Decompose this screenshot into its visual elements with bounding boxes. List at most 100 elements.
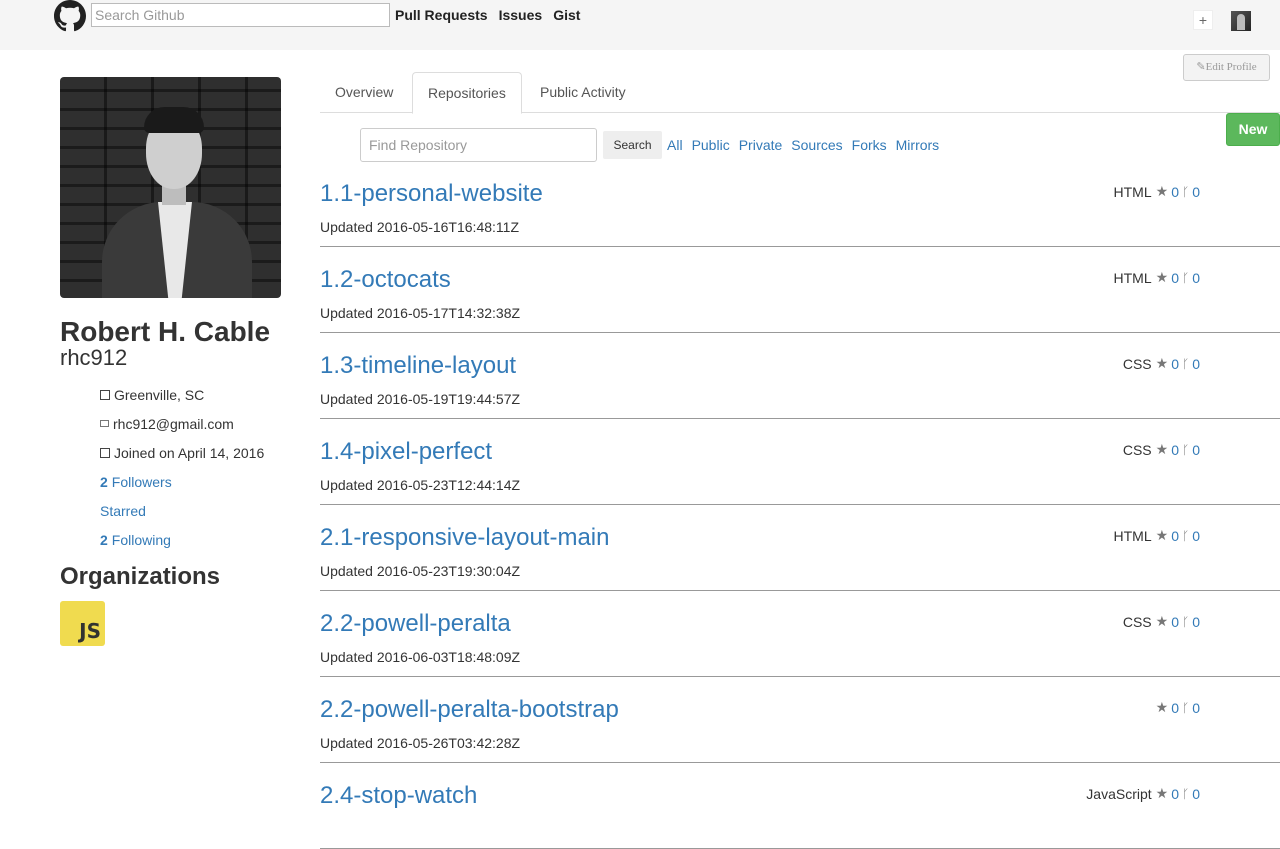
filter-private[interactable]: Private bbox=[739, 137, 783, 153]
tab-public-activity[interactable]: Public Activity bbox=[525, 72, 641, 113]
profile-location: Greenville, SC bbox=[100, 380, 264, 409]
repo-updated: Updated 2016-05-23T12:44:14Z bbox=[320, 477, 521, 493]
new-repository-button[interactable]: New bbox=[1226, 113, 1280, 146]
filter-public[interactable]: Public bbox=[692, 137, 730, 153]
star-icon: ★ bbox=[1155, 527, 1169, 543]
github-logo-icon[interactable] bbox=[54, 0, 86, 32]
repo-row: 2.4-stop-watch JavaScript ★ 0 ᚴ0 bbox=[320, 763, 1280, 849]
repo-meta: JavaScript ★ 0 ᚴ0 bbox=[1086, 785, 1200, 802]
profile-tabs: Overview Repositories Public Activity bbox=[320, 72, 1280, 114]
repo-row: 1.4-pixel-perfect Updated 2016-05-23T12:… bbox=[320, 419, 1280, 505]
repo-name-link[interactable]: 1.1-personal-website bbox=[320, 180, 543, 208]
repo-forks[interactable]: 0 bbox=[1192, 270, 1200, 286]
repo-name-link[interactable]: 2.1-responsive-layout-main bbox=[320, 524, 609, 552]
star-icon: ★ bbox=[1155, 269, 1169, 285]
repo-updated: Updated 2016-05-17T14:32:38Z bbox=[320, 305, 521, 321]
following-count: 2 bbox=[100, 531, 108, 548]
star-icon: ★ bbox=[1155, 699, 1169, 715]
repo-row: 1.3-timeline-layout Updated 2016-05-19T1… bbox=[320, 333, 1280, 419]
repo-updated: Updated 2016-05-26T03:42:28Z bbox=[320, 735, 521, 751]
repo-row: 2.2-powell-peralta Updated 2016-06-03T18… bbox=[320, 591, 1280, 677]
repo-name-link[interactable]: 1.4-pixel-perfect bbox=[320, 438, 492, 466]
repo-updated: Updated 2016-05-19T19:44:57Z bbox=[320, 391, 521, 407]
github-search-input[interactable] bbox=[91, 3, 390, 27]
repo-language: HTML bbox=[1113, 269, 1152, 286]
profile-joined: Joined on April 14, 2016 bbox=[100, 438, 264, 467]
tab-overview[interactable]: Overview bbox=[320, 72, 408, 113]
filter-mirrors[interactable]: Mirrors bbox=[896, 137, 940, 153]
repo-stars[interactable]: 0 bbox=[1171, 528, 1179, 544]
repo-name-link[interactable]: 1.2-octocats bbox=[320, 266, 451, 294]
repo-stars[interactable]: 0 bbox=[1171, 700, 1179, 716]
following-label: Following bbox=[111, 531, 171, 548]
joined-text: Joined on April 14, 2016 bbox=[114, 444, 265, 461]
email-text[interactable]: rhc912@gmail.com bbox=[113, 416, 234, 432]
repo-forks[interactable]: 0 bbox=[1192, 442, 1200, 458]
user-avatar[interactable] bbox=[1231, 11, 1251, 31]
repo-meta: ★ 0 ᚴ0 bbox=[1152, 699, 1200, 716]
repo-forks[interactable]: 0 bbox=[1192, 786, 1200, 802]
repo-stars[interactable]: 0 bbox=[1171, 442, 1179, 458]
nav-gist[interactable]: Gist bbox=[553, 7, 580, 23]
repo-stars[interactable]: 0 bbox=[1171, 270, 1179, 286]
following-link[interactable]: 2 Following bbox=[100, 525, 264, 554]
profile-photo bbox=[60, 77, 281, 298]
repo-name-link[interactable]: 2.2-powell-peralta bbox=[320, 610, 511, 638]
repo-meta: CSS ★ 0 ᚴ0 bbox=[1123, 355, 1200, 372]
star-icon: ★ bbox=[1155, 613, 1169, 629]
repo-language: CSS bbox=[1122, 441, 1152, 458]
create-new-plus-icon[interactable]: + bbox=[1193, 10, 1213, 30]
fork-icon: ᚴ bbox=[1182, 700, 1190, 715]
repo-row: 1.1-personal-website Updated 2016-05-16T… bbox=[320, 161, 1280, 247]
filter-all[interactable]: All bbox=[667, 137, 683, 153]
filter-sources[interactable]: Sources bbox=[791, 137, 842, 153]
star-icon: ★ bbox=[1155, 785, 1169, 801]
fork-icon: ᚴ bbox=[1182, 614, 1190, 629]
repo-forks[interactable]: 0 bbox=[1192, 528, 1200, 544]
repo-forks[interactable]: 0 bbox=[1192, 700, 1200, 716]
fork-icon: ᚴ bbox=[1182, 528, 1190, 543]
repo-row: 2.1-responsive-layout-main Updated 2016-… bbox=[320, 505, 1280, 591]
fork-icon: ᚴ bbox=[1182, 270, 1190, 285]
fork-icon: ᚴ bbox=[1182, 356, 1190, 371]
repo-stars[interactable]: 0 bbox=[1171, 786, 1179, 802]
repo-meta: HTML ★ 0 ᚴ0 bbox=[1114, 269, 1200, 286]
repo-name-link[interactable]: 1.3-timeline-layout bbox=[320, 352, 516, 380]
organization-js-logo[interactable]: JS bbox=[60, 601, 105, 646]
profile-full-name: Robert H. Cable bbox=[60, 316, 271, 347]
nav-issues[interactable]: Issues bbox=[499, 7, 543, 23]
repo-stars[interactable]: 0 bbox=[1171, 614, 1179, 630]
repo-row: 1.2-octocats Updated 2016-05-17T14:32:38… bbox=[320, 247, 1280, 333]
fork-icon: ᚴ bbox=[1182, 184, 1190, 199]
clock-icon bbox=[100, 447, 110, 458]
repo-row: 2.2-powell-peralta-bootstrap Updated 201… bbox=[320, 677, 1280, 763]
repo-name-link[interactable]: 2.4-stop-watch bbox=[320, 782, 477, 810]
repo-stars[interactable]: 0 bbox=[1171, 356, 1179, 372]
fork-icon: ᚴ bbox=[1182, 786, 1190, 801]
starred-link[interactable]: Starred bbox=[100, 496, 264, 525]
repo-forks[interactable]: 0 bbox=[1192, 614, 1200, 630]
search-button[interactable]: Search bbox=[603, 131, 662, 159]
js-logo-text: JS bbox=[79, 619, 101, 643]
star-icon: ★ bbox=[1155, 183, 1169, 199]
repo-updated: Updated 2016-05-16T16:48:11Z bbox=[320, 219, 519, 235]
find-repository-input[interactable] bbox=[360, 128, 597, 162]
filter-forks[interactable]: Forks bbox=[852, 137, 887, 153]
profile-username: rhc912 bbox=[60, 345, 128, 370]
repo-meta: HTML ★ 0 ᚴ0 bbox=[1114, 183, 1200, 200]
starred-label: Starred bbox=[100, 502, 146, 519]
profile-email[interactable]: rhc912@gmail.com bbox=[100, 409, 264, 438]
repo-meta: HTML ★ 0 ᚴ0 bbox=[1114, 527, 1200, 544]
location-icon bbox=[100, 389, 110, 400]
repo-forks[interactable]: 0 bbox=[1192, 184, 1200, 200]
followers-link[interactable]: 2 Followers bbox=[100, 467, 264, 496]
top-navbar: Pull Requests Issues Gist + bbox=[0, 0, 1280, 50]
repo-meta: CSS ★ 0 ᚴ0 bbox=[1123, 613, 1200, 630]
repo-forks[interactable]: 0 bbox=[1192, 356, 1200, 372]
repo-stars[interactable]: 0 bbox=[1171, 184, 1179, 200]
tab-repositories[interactable]: Repositories bbox=[412, 72, 522, 114]
nav-pull-requests[interactable]: Pull Requests bbox=[395, 7, 488, 23]
repo-name-link[interactable]: 2.2-powell-peralta-bootstrap bbox=[320, 696, 619, 724]
repo-language: CSS bbox=[1122, 355, 1152, 372]
repository-list: 1.1-personal-website Updated 2016-05-16T… bbox=[320, 161, 1280, 849]
